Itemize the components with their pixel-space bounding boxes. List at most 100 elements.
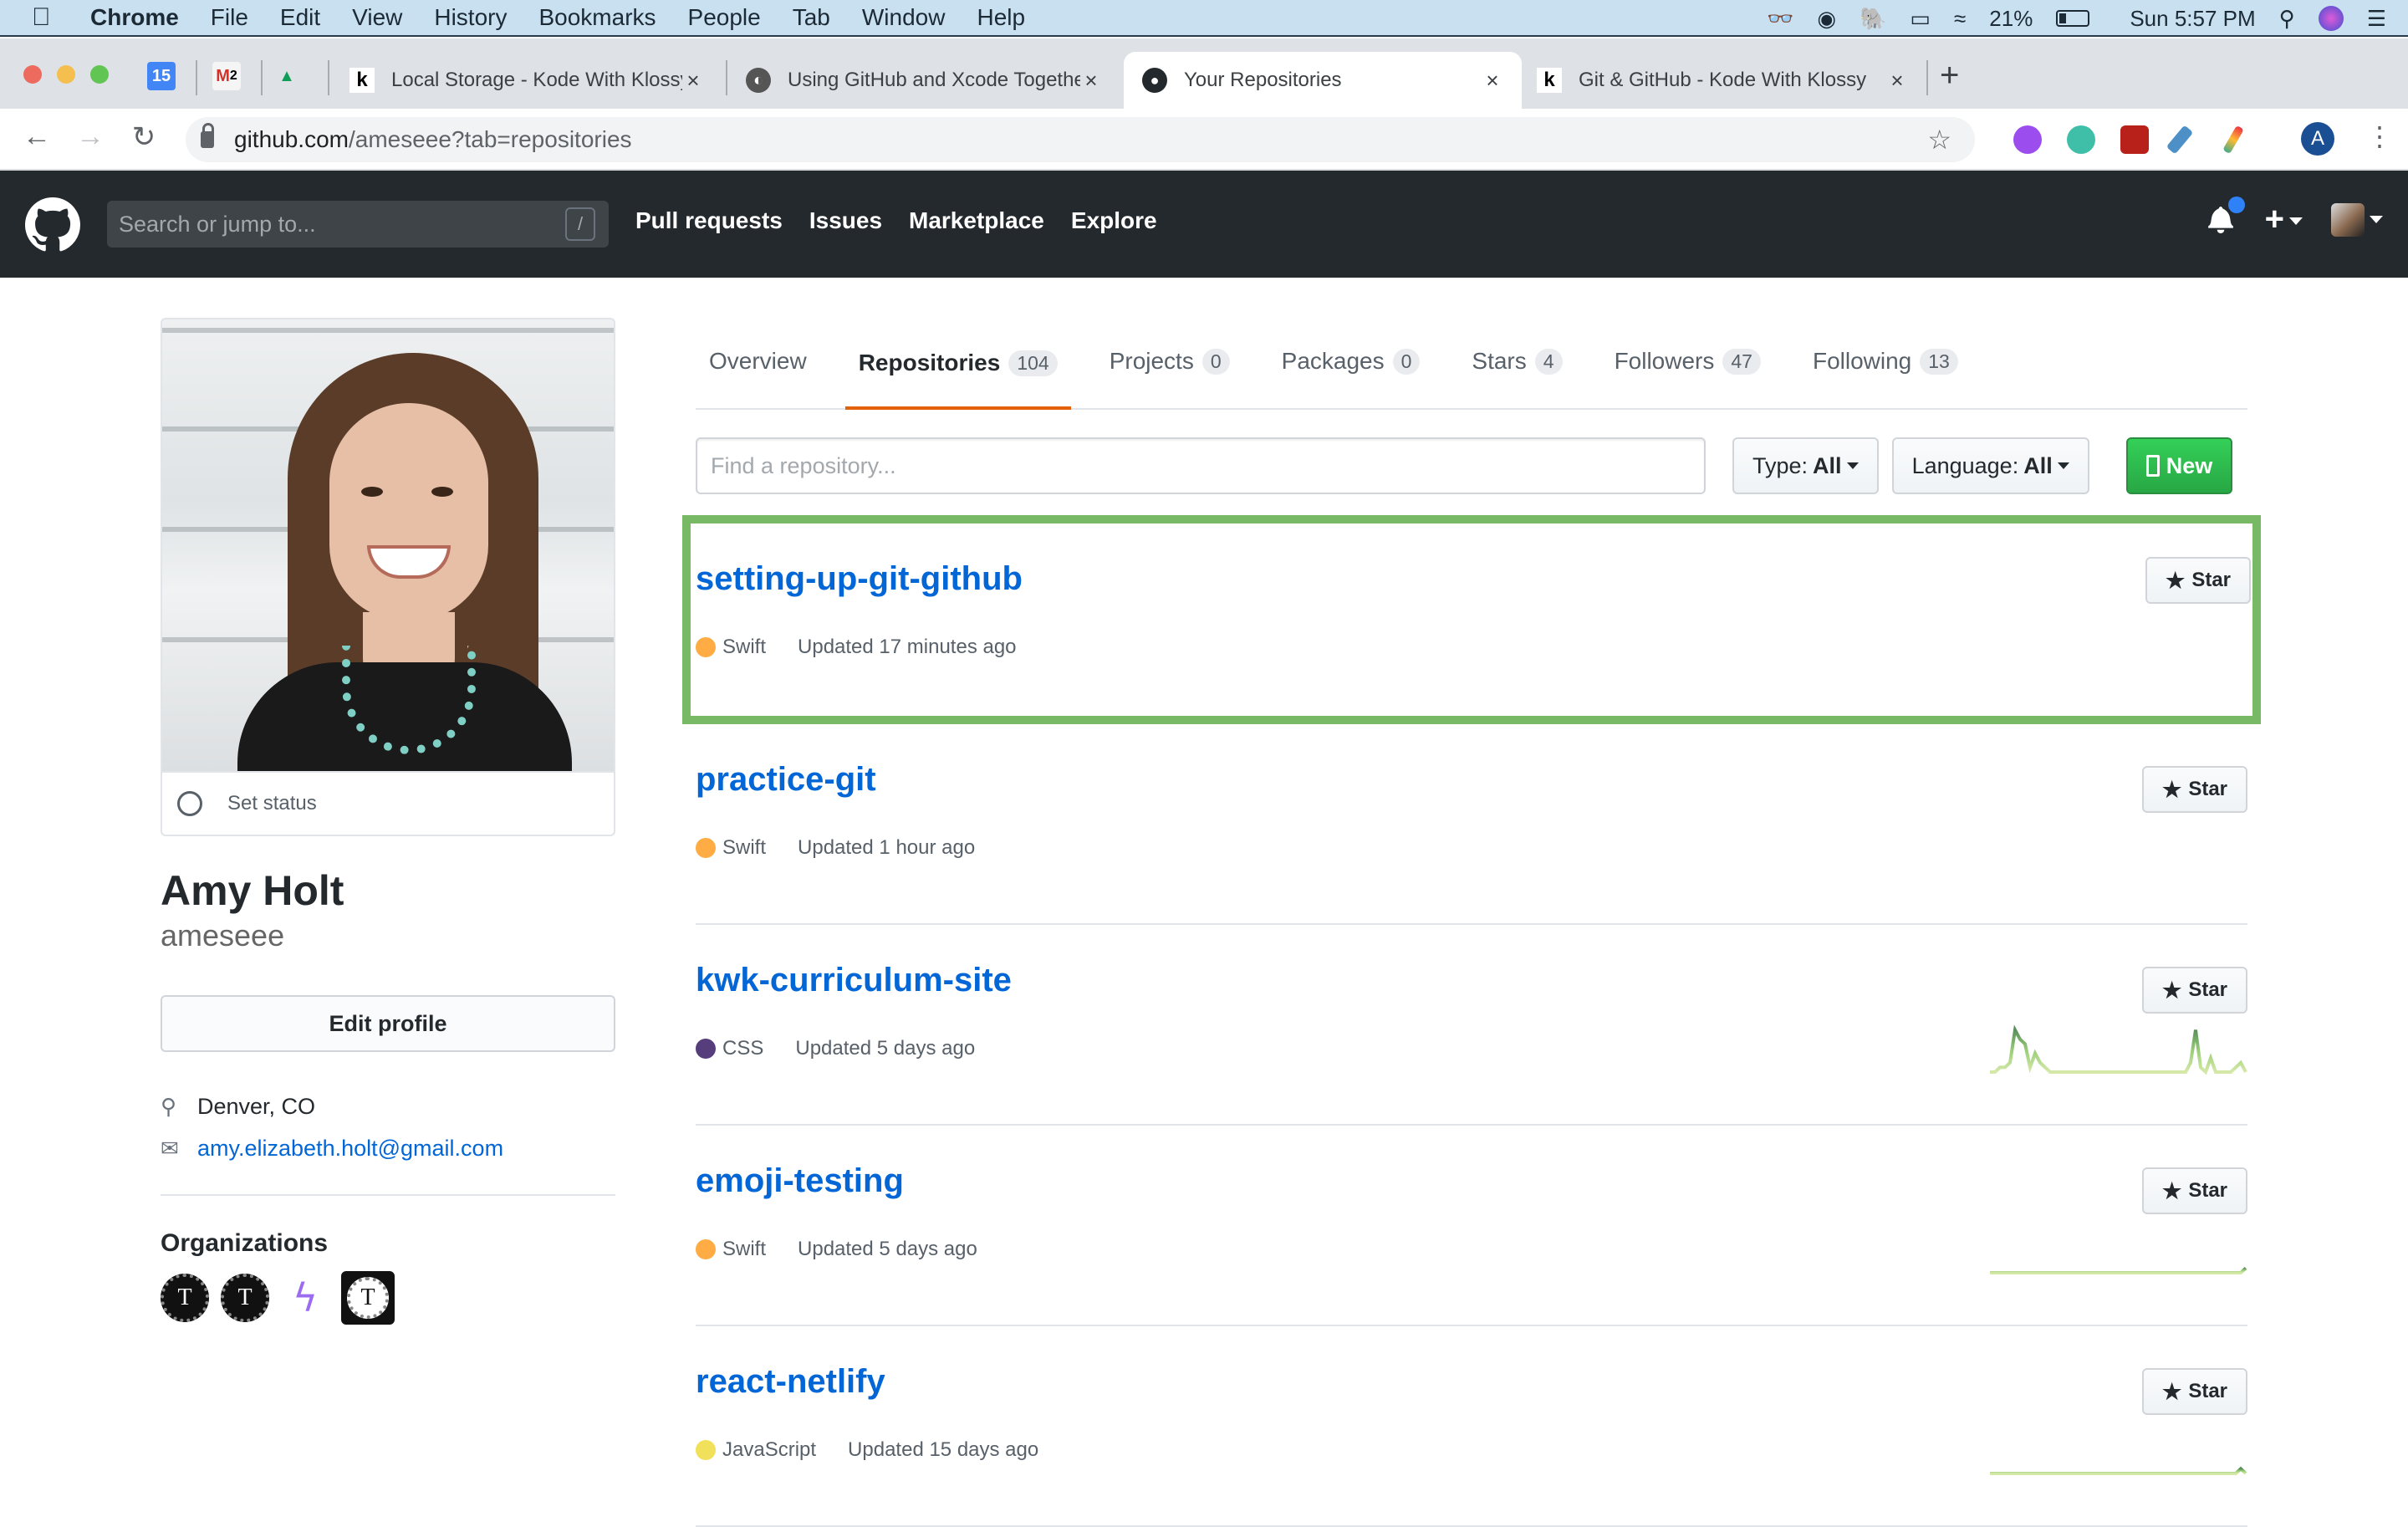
org-avatar[interactable]: T xyxy=(221,1274,269,1322)
new-repository-button[interactable]: New xyxy=(2125,437,2233,494)
star-button[interactable]: ★ Star xyxy=(2142,766,2247,813)
repo-name-link[interactable]: setting-up-git-github xyxy=(696,560,1023,598)
extension-m-icon[interactable] xyxy=(2067,125,2095,154)
evernote-icon[interactable]: 🐘 xyxy=(1860,6,1886,32)
pinned-tab-calendar[interactable]: 15 xyxy=(147,62,176,90)
star-button[interactable]: ★ Star xyxy=(2142,1368,2247,1415)
clock[interactable]: Sun 5:57 PM xyxy=(2130,6,2255,32)
github-search[interactable]: / xyxy=(107,201,609,248)
org-avatar[interactable]: ϟ xyxy=(281,1274,329,1322)
tab-separator xyxy=(1926,60,1928,95)
new-tab-button[interactable]: + xyxy=(1940,57,1959,94)
star-button[interactable]: ★ Star xyxy=(2142,1167,2247,1214)
nav-marketplace[interactable]: Marketplace xyxy=(909,207,1044,234)
forward-button[interactable]: → xyxy=(72,120,109,153)
tab-git-github-kwk[interactable]: k Git & GitHub - Kode With Klossy × xyxy=(1530,52,1915,109)
repo-name-link[interactable]: kwk-curriculum-site xyxy=(696,962,1012,999)
siri-icon[interactable] xyxy=(2318,6,2344,31)
glasses-icon[interactable]: 👓 xyxy=(1767,6,1793,32)
menu-help[interactable]: Help xyxy=(977,4,1025,31)
github-logo-icon[interactable] xyxy=(25,197,80,253)
create-new-dropdown[interactable]: + xyxy=(2265,201,2303,238)
tab-local-storage[interactable]: k Local Storage - Kode With Klossy × xyxy=(343,52,711,109)
battery-percent[interactable]: 21% xyxy=(1989,6,2033,32)
find-repository-input[interactable] xyxy=(696,437,1706,494)
close-tab-icon[interactable]: × xyxy=(1482,68,1503,94)
chrome-menu-icon[interactable]: ⋮ xyxy=(2366,120,2393,152)
repo-meta: Swift Updated 1 hour ago xyxy=(696,836,975,860)
tab-count: 4 xyxy=(1534,348,1563,375)
status-area: 👓 ◉ 🐘 ▭ ≈ 21% Sun 5:57 PM ⚲ ☰ xyxy=(1767,0,2386,37)
repo-updated: Updated 15 days ago xyxy=(848,1438,1039,1461)
zoom-window-button[interactable] xyxy=(90,65,109,84)
menu-tab[interactable]: Tab xyxy=(793,4,830,31)
close-window-button[interactable] xyxy=(23,65,42,84)
tab-github-xcode[interactable]: ◐ Using GitHub and Xcode Together × xyxy=(739,52,1109,109)
airplay-icon[interactable]: ▭ xyxy=(1910,6,1931,32)
tab-your-repositories[interactable]: ● Your Repositories × xyxy=(1124,52,1522,109)
tab-following[interactable]: Following 13 xyxy=(1799,348,1972,408)
star-button[interactable]: ★ Star xyxy=(2142,967,2247,1014)
menu-history[interactable]: History xyxy=(434,4,507,31)
repo-list-item: practice-git Swift Updated 1 hour ago ★ Star xyxy=(696,724,2247,925)
repo-name-link[interactable]: practice-git xyxy=(696,761,876,799)
set-status-button[interactable]: Set status xyxy=(161,771,615,836)
back-button[interactable]: ← xyxy=(18,120,55,153)
sparkline-path xyxy=(1990,1466,2247,1475)
tab-projects[interactable]: Projects 0 xyxy=(1096,348,1243,408)
organizations-heading: Organizations xyxy=(161,1229,329,1257)
type-filter-dropdown[interactable]: Type: All xyxy=(1732,437,1879,494)
extension-purple-icon[interactable] xyxy=(2013,125,2042,154)
menu-edit[interactable]: Edit xyxy=(280,4,320,31)
record-icon[interactable]: ◉ xyxy=(1817,6,1836,32)
repo-name-link[interactable]: react-netlify xyxy=(696,1363,885,1401)
extension-ruby-icon[interactable] xyxy=(2120,125,2149,154)
profile-photo[interactable] xyxy=(161,318,615,771)
nav-pull-requests[interactable]: Pull requests xyxy=(635,207,783,234)
language-filter-dropdown[interactable]: Language: All xyxy=(1891,437,2089,494)
minimize-window-button[interactable] xyxy=(57,65,75,84)
notification-center-icon[interactable]: ☰ xyxy=(2367,6,2386,32)
tab-repositories[interactable]: Repositories 104 xyxy=(844,350,1071,410)
user-menu-dropdown[interactable] xyxy=(2331,202,2383,237)
menu-view[interactable]: View xyxy=(352,4,402,31)
pinned-tab-drive[interactable]: ▲ xyxy=(273,62,301,90)
menu-window[interactable]: Window xyxy=(862,4,946,31)
org-avatar[interactable]: T xyxy=(341,1271,395,1325)
repo-list-item: kwk-curriculum-site CSS Updated 5 days ago… xyxy=(696,925,2247,1126)
battery-icon[interactable] xyxy=(2056,10,2090,27)
close-tab-icon[interactable]: × xyxy=(1886,68,1908,94)
menu-bookmarks[interactable]: Bookmarks xyxy=(538,4,656,31)
tab-packages[interactable]: Packages 0 xyxy=(1268,348,1434,408)
menu-people[interactable]: People xyxy=(688,4,761,31)
menu-app-chrome[interactable]: Chrome xyxy=(90,4,179,31)
search-input[interactable] xyxy=(119,211,537,237)
reload-button[interactable]: ↻ xyxy=(125,120,162,154)
tab-stars[interactable]: Stars 4 xyxy=(1458,348,1575,408)
menu-file[interactable]: File xyxy=(211,4,248,31)
wifi-icon[interactable]: ≈ xyxy=(1954,6,1966,32)
pinned-tab-gmail[interactable]: M2 xyxy=(212,62,241,90)
lock-icon[interactable] xyxy=(201,123,214,148)
notifications-button[interactable] xyxy=(2207,196,2245,235)
filter-value: All xyxy=(1813,452,1842,478)
edit-profile-button[interactable]: Edit profile xyxy=(161,995,615,1052)
profile-email-link[interactable]: amy.elizabeth.holt@gmail.com xyxy=(197,1136,503,1162)
gmail-icon: M xyxy=(216,66,230,85)
address-bar[interactable]: github.com/ameseee?tab=repositories ☆ xyxy=(186,117,1975,162)
apple-menu-icon[interactable]:  xyxy=(32,3,57,32)
tab-followers[interactable]: Followers 47 xyxy=(1601,348,1774,408)
nav-explore[interactable]: Explore xyxy=(1071,207,1157,234)
spotlight-search-icon[interactable]: ⚲ xyxy=(2279,6,2295,32)
star-button[interactable]: ★ Star xyxy=(2145,557,2251,604)
chrome-profile-avatar[interactable]: A xyxy=(2301,122,2334,156)
bookmark-star-icon[interactable]: ☆ xyxy=(1927,124,1951,156)
close-tab-icon[interactable]: × xyxy=(1080,68,1102,94)
org-avatar[interactable]: T xyxy=(161,1274,209,1322)
close-tab-icon[interactable]: × xyxy=(682,68,704,94)
nav-issues[interactable]: Issues xyxy=(809,207,882,234)
tab-overview[interactable]: Overview xyxy=(696,348,820,408)
repo-name-link[interactable]: emoji-testing xyxy=(696,1162,904,1200)
url-text[interactable]: github.com/ameseee?tab=repositories xyxy=(234,126,632,153)
repo-language: JavaScript xyxy=(722,1438,817,1461)
